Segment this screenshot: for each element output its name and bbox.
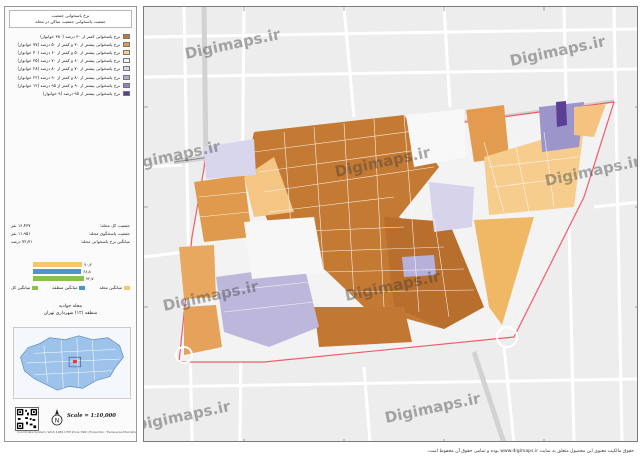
comparison-legend-label: میانگین منطقه xyxy=(52,285,78,290)
parcel-orange-west xyxy=(194,175,252,242)
legend-title-box: نرخ پاسخوانی جمعیت جمعیت پاسخوانی جمعیت … xyxy=(9,10,132,28)
parcel-white-center xyxy=(244,217,324,279)
stat-value: ۷۲٫۷۱ درصد xyxy=(11,238,33,244)
stat-row: ۷۲٫۷۱ درصد میانگین نرخ پاسخوانی محله: xyxy=(11,237,130,245)
legend-class-item: نرخ پاسخوانی بیشتر از ۸۰ و کمتر از ۹۰ در… xyxy=(11,73,130,81)
legend-class-label: نرخ پاسخوانی بیشتر از ۷۰ و کمتر از ۸۰ در… xyxy=(17,66,120,72)
map-canvas[interactable] xyxy=(144,7,638,442)
stat-value: ۱۶،۴۳۷ نفر xyxy=(11,222,31,228)
location-title: محله جوادیه منطقه (۱۲) شهرداری تهران xyxy=(5,303,136,317)
stat-value: ۱۱،۹۵۱ نفر xyxy=(11,230,31,236)
north-arrow-icon: N xyxy=(51,409,63,426)
qr-code-icon xyxy=(15,407,39,431)
comparison-bar-label: ۷۲٫۷ xyxy=(85,275,94,281)
neighborhood-stats: ۱۶،۴۳۷ نفر جمعیت کل محله: ۱۱،۹۵۱ نفر جمعیت… xyxy=(11,221,130,245)
legend-subtitle: جمعیت پاسخوانی جمعیت ساکن در محله xyxy=(35,19,106,24)
comparison-bar-row: ۷۲٫۷ xyxy=(33,275,94,281)
tehran-inset-map xyxy=(13,327,131,399)
legend-swatch xyxy=(123,33,130,39)
district-name: منطقه (۱۲) شهرداری تهران xyxy=(43,311,98,316)
stat-label: جمعیت کل محله: xyxy=(99,222,130,228)
comparison-bar xyxy=(33,275,84,281)
legend-footer: N Scale = 1:10,000 Coordinate System: WG… xyxy=(13,405,137,437)
legend-class-label: نرخ پاسخوانی بیشتر از ۳۰ و کمتر از ۵۰ در… xyxy=(17,41,120,47)
parcel-white-north xyxy=(406,109,466,167)
copyright-footer: حقوق مالکیت معنوی این محصول متعلق به سای… xyxy=(426,449,634,454)
comparison-legend-item: میانگین منطقه xyxy=(52,285,86,290)
parcel-orange-south-west xyxy=(179,245,216,299)
comparison-legend-label: میانگین محله xyxy=(99,285,122,290)
legend-class-label: نرخ پاسخوانی بیشتر از ۹۰ و کمتر از ۹۵ در… xyxy=(17,82,120,88)
comparison-legend-label: میانگین کل xyxy=(11,285,31,290)
stat-label: جمعیت پاسخگوی محله: xyxy=(88,230,130,236)
legend-class-item: نرخ پاسخوانی بیشتر از ۹۰ و کمتر از ۹۵ در… xyxy=(11,81,130,89)
comparison-swatch xyxy=(32,285,39,290)
tehran-outline xyxy=(20,335,124,391)
comparison-bar xyxy=(33,268,82,274)
parcel-light-purple-east xyxy=(429,182,474,232)
comparison-bar-row: ۶۸٫۸ xyxy=(33,268,94,274)
map-scale: Scale = 1:10,000 xyxy=(67,413,116,419)
legend-class-label: نرخ پاسخوانی بیشتر از ۹۵ درصد (۹ خوانوار… xyxy=(42,90,120,96)
legend-class-list: نرخ پاسخوانی کمتر از ۳۰ درصد (۳۸۰ خوانوا… xyxy=(11,32,130,98)
legend-class-item: نرخ پاسخوانی بیشتر از ۳۰ و کمتر از ۵۰ در… xyxy=(11,40,130,48)
legend-swatch xyxy=(123,90,130,96)
legend-swatch xyxy=(123,74,130,80)
comparison-legend-item: میانگین کل xyxy=(11,285,39,290)
map-viewport[interactable]: Digimaps.ir Digimaps.ir Digimaps.ir Digi… xyxy=(143,6,638,442)
legend-swatch xyxy=(123,82,130,88)
comparison-bar-row: ۷۰٫۲ xyxy=(33,261,94,267)
comparison-swatch xyxy=(123,285,130,290)
stat-row: ۱۶،۴۳۷ نفر جمعیت کل محله: xyxy=(11,221,130,229)
stat-label: میانگین نرخ پاسخوانی محله: xyxy=(80,238,130,244)
map-legend-panel: نرخ پاسخوانی جمعیت جمعیت پاسخوانی جمعیت … xyxy=(4,6,137,442)
legend-swatch xyxy=(123,58,130,64)
comparison-bar-label: ۷۰٫۲ xyxy=(84,261,92,267)
comparison-swatch xyxy=(79,285,86,290)
parcel-orange-sw xyxy=(184,305,222,355)
legend-class-item: نرخ پاسخوانی بیشتر از ۶۰ و کمتر از ۷۰ در… xyxy=(11,57,130,65)
neighborhood-name: محله جوادیه xyxy=(58,304,83,309)
legend-class-label: نرخ پاسخوانی بیشتر از ۶۰ و کمتر از ۷۰ در… xyxy=(17,58,120,64)
stat-row: ۱۱،۹۵۱ نفر جمعیت پاسخگوی محله: xyxy=(11,229,130,237)
comparison-bar xyxy=(33,261,83,267)
comparison-legend-item: میانگین محله xyxy=(99,285,130,290)
legend-swatch xyxy=(123,49,130,55)
legend-class-item: نرخ پاسخوانی بیشتر از ۹۵ درصد (۹ خوانوار… xyxy=(11,89,130,97)
neighborhood-marker xyxy=(72,360,77,363)
legend-class-label: نرخ پاسخوانی کمتر از ۳۰ درصد (۳۸۰ خوانوا… xyxy=(40,33,120,39)
legend-class-item: نرخ پاسخوانی بیشتر از ۷۰ و کمتر از ۸۰ در… xyxy=(11,65,130,73)
parcel-light-purple-nw xyxy=(204,139,256,179)
legend-class-label: نرخ پاسخوانی بیشتر از ۸۰ و کمتر از ۹۰ در… xyxy=(17,74,120,80)
legend-swatch xyxy=(123,41,130,47)
projection-credits: Coordinate System: WGS 1984 UTM Zone 39N… xyxy=(17,430,137,434)
parcel-purple-dark xyxy=(556,101,567,127)
legend-class-label: نرخ پاسخوانی بیشتر از ۵۰ و کمتر از ۶۰ در… xyxy=(17,49,120,55)
north-letter: N xyxy=(55,418,60,425)
legend-class-item: نرخ پاسخوانی کمتر از ۳۰ درصد (۳۸۰ خوانوا… xyxy=(11,32,130,40)
parcel-purple-mid xyxy=(402,255,436,277)
legend-swatch xyxy=(123,66,130,72)
comparison-legend: میانگین کل میانگین منطقه میانگین محله xyxy=(11,285,130,290)
legend-class-item: نرخ پاسخوانی بیشتر از ۵۰ و کمتر از ۶۰ در… xyxy=(11,48,130,56)
comparison-bar-label: ۶۸٫۸ xyxy=(83,268,91,274)
parcel-dark-bottom xyxy=(314,307,412,347)
comparison-bars: ۷۰٫۲ ۶۸٫۸ ۷۲٫۷ xyxy=(33,261,94,282)
